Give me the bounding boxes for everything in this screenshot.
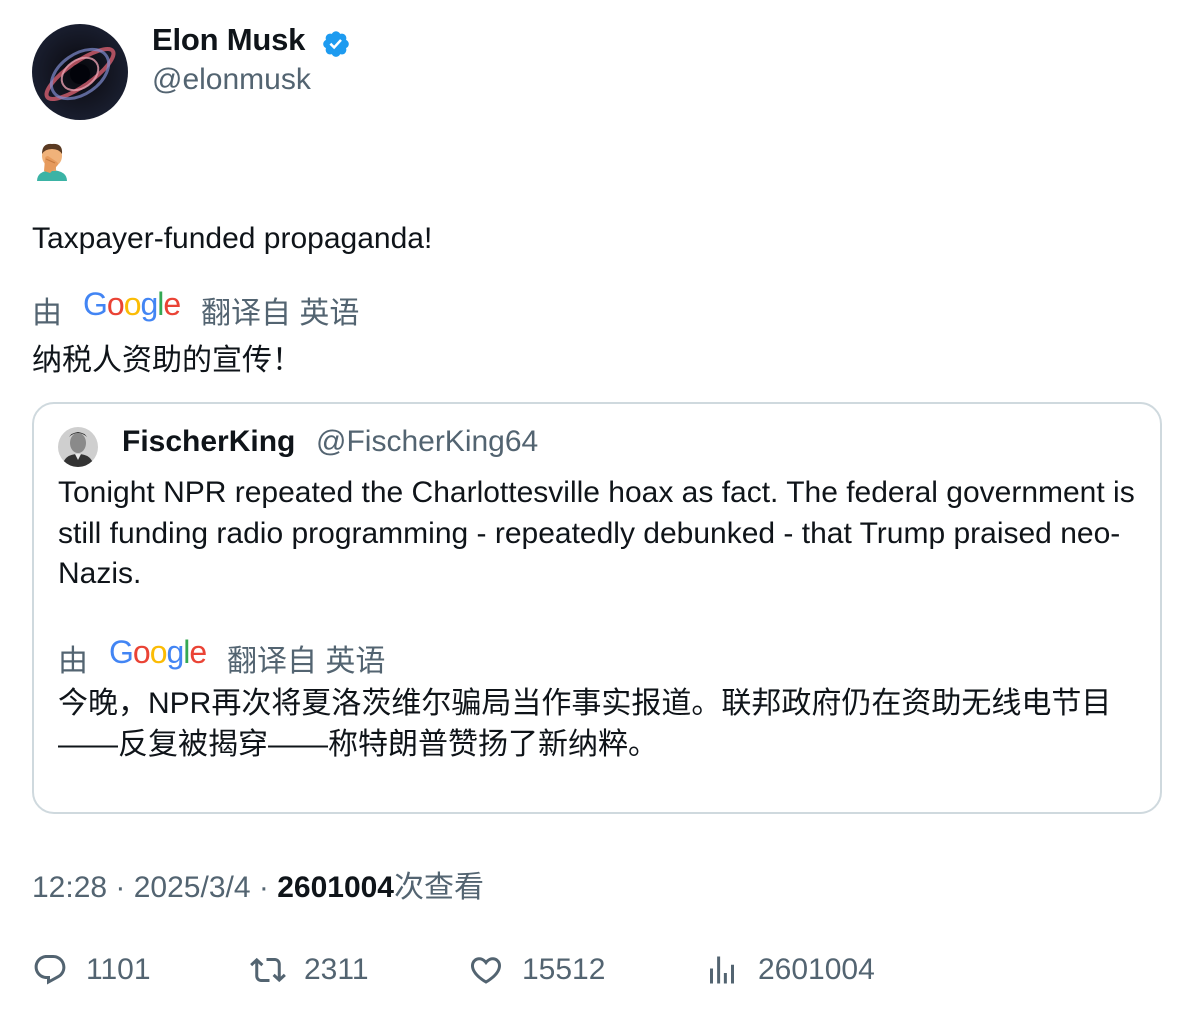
translation-source: 翻译自 英语 [227,645,386,678]
quote-text: Tonight NPR repeated the Charlottesville… [58,476,1135,590]
translation-source: 翻译自 英语 [201,297,360,330]
svg-text:Google: Google [83,289,180,322]
quote-translation-text: 今晚，NPR再次将夏洛茨维尔骗局当作事实报道。联邦政府仍在资助无线电节目——反复… [58,687,1112,761]
views-button[interactable]: 2601004 [704,946,875,994]
repost-count: 2311 [304,953,369,986]
author-handle[interactable]: @elonmusk [152,63,311,97]
quote-translation-attribution: 由 Google 翻译自 英语 [58,634,386,680]
like-count: 15512 [522,953,606,986]
quote-author-handle[interactable]: @FischerKing64 [316,425,538,459]
reply-icon [34,955,66,985]
author-avatar[interactable] [32,24,128,120]
repost-icon [250,957,286,983]
google-logo-icon[interactable]: Google [109,634,207,679]
post-date[interactable]: 2025/3/4 [134,871,251,904]
like-button[interactable]: 15512 [468,946,605,994]
author-name[interactable]: Elon Musk [152,22,305,58]
analytics-icon [710,956,734,984]
facepalm-emoji [33,141,71,181]
google-logo-icon[interactable]: Google [83,286,181,331]
meta-separator: · [250,871,278,904]
translation-prefix: 由 [58,645,88,678]
svg-text:Google: Google [109,637,206,670]
translation-attribution: 由 Google 翻译自 英语 [32,286,360,332]
quote-author-name[interactable]: FischerKing [122,425,295,459]
translation-prefix: 由 [32,297,62,330]
view-label: 次查看 [394,871,484,904]
post-translation-text: 纳税人资助的宣传！ [32,344,302,377]
verified-badge-icon [321,29,351,59]
reply-button[interactable]: 1101 [32,946,151,994]
post-meta: 12:28 · 2025/3/4 · 2601004次查看 [32,862,484,906]
reply-count: 1101 [86,953,151,986]
post-text: Taxpayer-funded propaganda! [32,222,433,255]
repost-button[interactable]: 2311 [250,946,369,994]
views-count: 2601004 [758,953,875,986]
post-time[interactable]: 12:28 [32,871,107,904]
meta-separator: · [107,871,134,904]
view-count: 2601004 [277,871,394,904]
heart-icon [470,957,502,984]
quote-author-avatar[interactable] [58,427,98,467]
